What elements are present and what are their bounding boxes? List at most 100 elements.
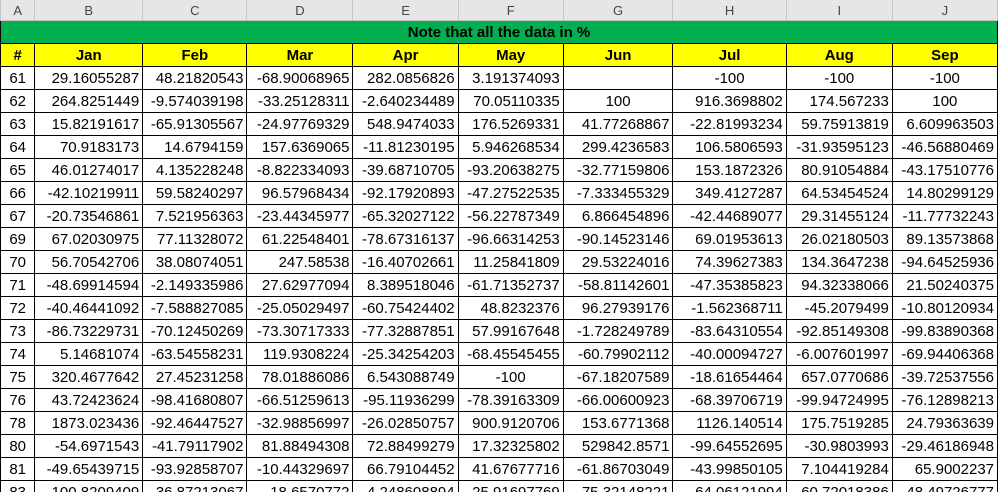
table-cell[interactable]: 15.82191617 [34, 112, 144, 136]
header-cell[interactable]: May [457, 43, 564, 67]
table-cell[interactable]: -48.69914594 [34, 273, 144, 297]
table-cell[interactable]: 56.70542706 [34, 250, 144, 274]
table-cell[interactable]: -7.588827085 [142, 296, 248, 320]
row-id-cell[interactable]: 69 [0, 227, 36, 251]
table-cell[interactable]: 106.5806593 [672, 135, 787, 159]
table-cell[interactable]: -68.90068965 [246, 66, 354, 90]
table-cell[interactable]: 96.57968434 [246, 181, 354, 205]
table-cell[interactable]: 94.32338066 [785, 273, 893, 297]
table-cell[interactable]: -42.10219911 [34, 181, 144, 205]
table-cell[interactable]: 66.79104452 [352, 457, 459, 481]
table-cell[interactable]: 320.4677642 [34, 365, 144, 389]
table-cell[interactable]: 27.62977094 [246, 273, 354, 297]
table-cell[interactable]: -31.93595123 [785, 135, 893, 159]
table-cell[interactable]: 157.6369065 [246, 135, 354, 159]
table-cell[interactable]: 900.9120706 [457, 411, 564, 435]
table-cell[interactable]: 36.87213067 [142, 480, 248, 492]
table-cell[interactable]: -94.64525936 [891, 250, 998, 274]
table-cell[interactable]: -42.44689077 [672, 204, 787, 228]
table-cell[interactable]: 1873.023436 [34, 411, 144, 435]
table-cell[interactable]: -68.45545455 [457, 342, 564, 366]
table-cell[interactable]: -8.822334093 [246, 158, 354, 182]
table-cell[interactable]: 548.9474033 [352, 112, 459, 136]
column-header-h[interactable]: H [672, 0, 787, 21]
header-cell[interactable]: Apr [352, 43, 459, 67]
table-cell[interactable]: -25.91697769 [457, 480, 564, 492]
table-cell[interactable]: -10.80120934 [891, 296, 998, 320]
table-cell[interactable]: 41.77268867 [562, 112, 674, 136]
table-cell[interactable]: 100.8209409 [34, 480, 144, 492]
table-cell[interactable]: 11.25841809 [457, 250, 564, 274]
column-header-e[interactable]: E [352, 0, 459, 21]
table-cell[interactable]: 1126.140514 [672, 411, 787, 435]
table-cell[interactable]: -43.99850105 [672, 457, 787, 481]
table-cell[interactable]: -32.98856997 [246, 411, 354, 435]
table-cell[interactable]: -86.73229731 [34, 319, 144, 343]
table-cell[interactable]: -40.00094727 [672, 342, 787, 366]
table-cell[interactable]: -47.35385823 [672, 273, 787, 297]
row-id-cell[interactable]: 71 [0, 273, 36, 297]
table-cell[interactable]: 48.8232376 [457, 296, 564, 320]
row-id-cell[interactable]: 67 [0, 204, 36, 228]
row-id-cell[interactable]: 72 [0, 296, 36, 320]
table-cell[interactable]: -1.728249789 [562, 319, 674, 343]
table-cell[interactable]: -68.39706719 [672, 388, 787, 412]
header-cell[interactable]: Sep [891, 43, 998, 67]
table-cell[interactable]: -95.11936299 [352, 388, 459, 412]
table-cell[interactable]: -43.17510776 [891, 158, 998, 182]
table-cell[interactable]: 89.13573868 [891, 227, 998, 251]
table-cell[interactable]: -54.6971543 [34, 434, 144, 458]
table-cell[interactable]: 264.8251449 [34, 89, 144, 113]
table-cell[interactable]: -69.94406368 [891, 342, 998, 366]
table-cell[interactable]: 80.91054884 [785, 158, 893, 182]
table-cell[interactable]: 176.5269331 [457, 112, 564, 136]
table-cell[interactable]: -93.92858707 [142, 457, 248, 481]
table-cell[interactable]: 6.609963503 [891, 112, 998, 136]
table-cell[interactable]: -2.640234489 [352, 89, 459, 113]
table-cell[interactable]: -45.2079499 [785, 296, 893, 320]
table-cell[interactable]: 59.75913819 [785, 112, 893, 136]
table-cell[interactable]: -23.44345977 [246, 204, 354, 228]
table-cell[interactable]: 14.6794159 [142, 135, 248, 159]
table-cell[interactable]: -16.40702661 [352, 250, 459, 274]
table-cell[interactable]: 38.08074051 [142, 250, 248, 274]
table-cell[interactable]: -25.05029497 [246, 296, 354, 320]
row-id-cell[interactable]: 78 [0, 411, 36, 435]
table-cell[interactable]: 5.946268534 [457, 135, 564, 159]
table-cell[interactable]: 65.9002237 [891, 457, 998, 481]
table-cell[interactable]: -60.79902112 [562, 342, 674, 366]
table-cell[interactable]: -61.86703049 [562, 457, 674, 481]
table-cell[interactable]: -2.149335986 [142, 273, 248, 297]
table-cell[interactable]: -98.41680807 [142, 388, 248, 412]
table-cell[interactable]: -100 [672, 66, 787, 90]
table-cell[interactable]: -78.39163309 [457, 388, 564, 412]
table-cell[interactable]: -99.83890368 [891, 319, 998, 343]
row-id-cell[interactable]: 81 [0, 457, 36, 481]
table-cell[interactable]: -20.73546861 [34, 204, 144, 228]
column-header-j[interactable]: J [891, 0, 998, 21]
table-cell[interactable]: -96.66314253 [457, 227, 564, 251]
column-header-a[interactable]: A [0, 0, 36, 21]
table-cell[interactable]: -60.75424402 [352, 296, 459, 320]
table-cell[interactable]: 14.80299129 [891, 181, 998, 205]
header-cell[interactable]: Mar [246, 43, 354, 67]
sheet-title-cell[interactable]: Note that all the data in % [0, 20, 998, 44]
table-cell[interactable]: 529842.8571 [562, 434, 674, 458]
table-cell[interactable]: 57.99167648 [457, 319, 564, 343]
table-cell[interactable]: -7.333455329 [562, 181, 674, 205]
table-cell[interactable]: -65.32027122 [352, 204, 459, 228]
header-cell[interactable]: Jul [672, 43, 787, 67]
column-header-i[interactable]: I [785, 0, 893, 21]
header-cell[interactable]: Feb [142, 43, 248, 67]
table-cell[interactable]: -6.007601997 [785, 342, 893, 366]
table-cell[interactable]: -78.67316137 [352, 227, 459, 251]
table-cell[interactable]: 43.72423624 [34, 388, 144, 412]
table-cell[interactable]: -76.12898213 [891, 388, 998, 412]
table-cell[interactable]: 175.7519285 [785, 411, 893, 435]
row-id-cell[interactable]: 64 [0, 135, 36, 159]
table-cell[interactable]: 134.3647238 [785, 250, 893, 274]
row-id-cell[interactable]: 74 [0, 342, 36, 366]
column-header-g[interactable]: G [562, 0, 674, 21]
table-cell[interactable]: -48.49726777 [891, 480, 998, 492]
table-cell[interactable]: -1.562368711 [672, 296, 787, 320]
